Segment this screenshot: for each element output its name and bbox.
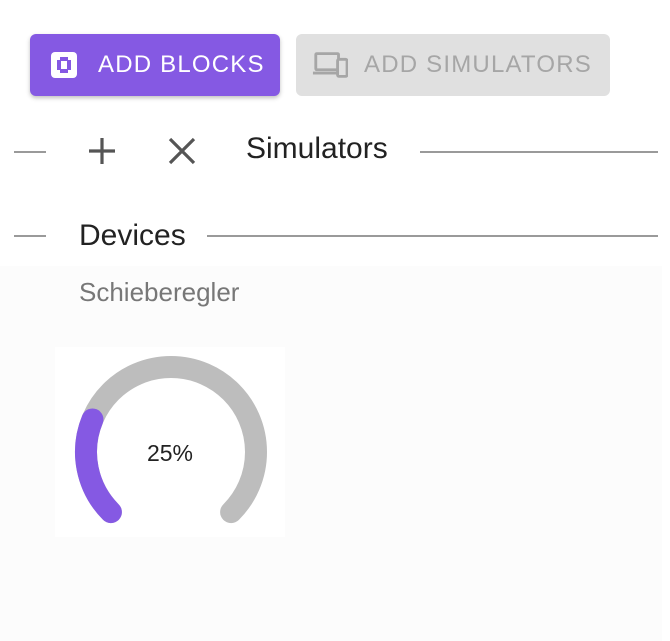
app-root: ADD BLOCKS ADD SIMULATORS Simulators Dev…	[0, 0, 670, 641]
gauge-graphic	[75, 356, 267, 524]
gauge-track	[75, 356, 267, 524]
gauge-fill	[75, 408, 122, 524]
